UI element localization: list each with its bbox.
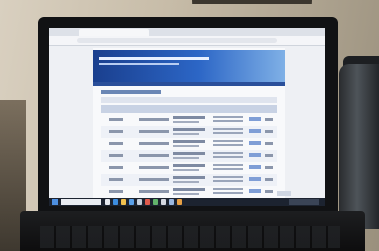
table-cell [213,116,243,118]
table-cell [109,178,123,181]
table-cell [265,190,273,193]
table-cell [109,166,123,169]
table-row[interactable] [101,150,277,162]
app-icon[interactable] [161,199,166,205]
table-cell [173,157,199,159]
laptop-screen [49,28,325,206]
table-cell [173,116,205,119]
table-cell [109,154,123,157]
site-subtitle-text [99,63,179,65]
table-cell [173,164,205,167]
table-cell[interactable] [249,177,261,181]
task-view-icon[interactable] [105,199,110,205]
table-row[interactable] [101,138,277,150]
browser-tab[interactable] [79,29,149,36]
site-banner [93,50,285,82]
table-cell [109,142,123,145]
mail-icon[interactable] [137,199,142,205]
table-cell [173,176,205,179]
table-cell [265,154,273,157]
table-cell [213,180,243,182]
table-row[interactable] [101,174,277,186]
table-cell [213,140,243,142]
table-cell [213,144,243,146]
water-bottle [339,64,379,229]
system-tray[interactable] [289,199,319,205]
table-cell [265,166,273,169]
table-cell[interactable] [249,117,261,121]
table-cell [139,130,169,133]
store-icon[interactable] [129,199,134,205]
table-cell [213,132,243,134]
table-cell [139,154,169,157]
table-cell [265,130,273,133]
site-title-text [99,57,209,60]
table-cell [213,120,243,122]
table-cell [265,178,273,181]
table-cell [173,193,199,195]
edge-icon[interactable] [113,199,118,205]
windows-start-icon[interactable] [52,199,58,205]
section-heading [101,90,161,94]
table-cell [109,118,123,121]
table-cell [213,192,243,194]
table-cell [265,142,273,145]
table-cell [173,169,199,171]
app-icon[interactable] [145,199,150,205]
app-icon[interactable] [153,199,158,205]
site-nav-bar[interactable] [93,82,285,86]
table-cell [109,190,123,193]
table-header [101,105,277,113]
table-row[interactable] [101,186,277,198]
table-cell [173,181,199,183]
table-cell[interactable] [249,129,261,133]
table-cell [173,145,199,147]
table-cell [173,133,199,135]
table-cell[interactable] [249,153,261,157]
table-cell [213,164,243,166]
table-cell [139,190,169,193]
table-row[interactable] [101,162,277,174]
table-cell [213,188,243,190]
file-explorer-icon[interactable] [121,199,126,205]
table-cell [139,118,169,121]
table-cell[interactable] [249,165,261,169]
table-cell [173,128,205,131]
table-row[interactable] [101,114,277,126]
table-cell [139,166,169,169]
table-cell[interactable] [249,189,261,193]
table-cell [173,152,205,155]
address-bar[interactable] [77,38,277,43]
keyboard [40,226,340,248]
table-cell [139,142,169,145]
table-cell [213,152,243,154]
page-button[interactable] [277,191,291,196]
table-cell [173,188,205,191]
table-cell[interactable] [249,141,261,145]
taskbar-search-box[interactable] [61,199,101,205]
table-cell [213,168,243,170]
app-icon[interactable] [169,199,174,205]
table-row[interactable] [101,126,277,138]
filter-bar[interactable] [101,97,277,103]
app-icon[interactable] [177,199,182,205]
table-cell [139,178,169,181]
table-cell [173,140,205,143]
table-cell [213,128,243,130]
table-cell [265,118,273,121]
table-cell [173,121,199,123]
table-cell [213,176,243,178]
table-cell [213,156,243,158]
table-cell [109,130,123,133]
